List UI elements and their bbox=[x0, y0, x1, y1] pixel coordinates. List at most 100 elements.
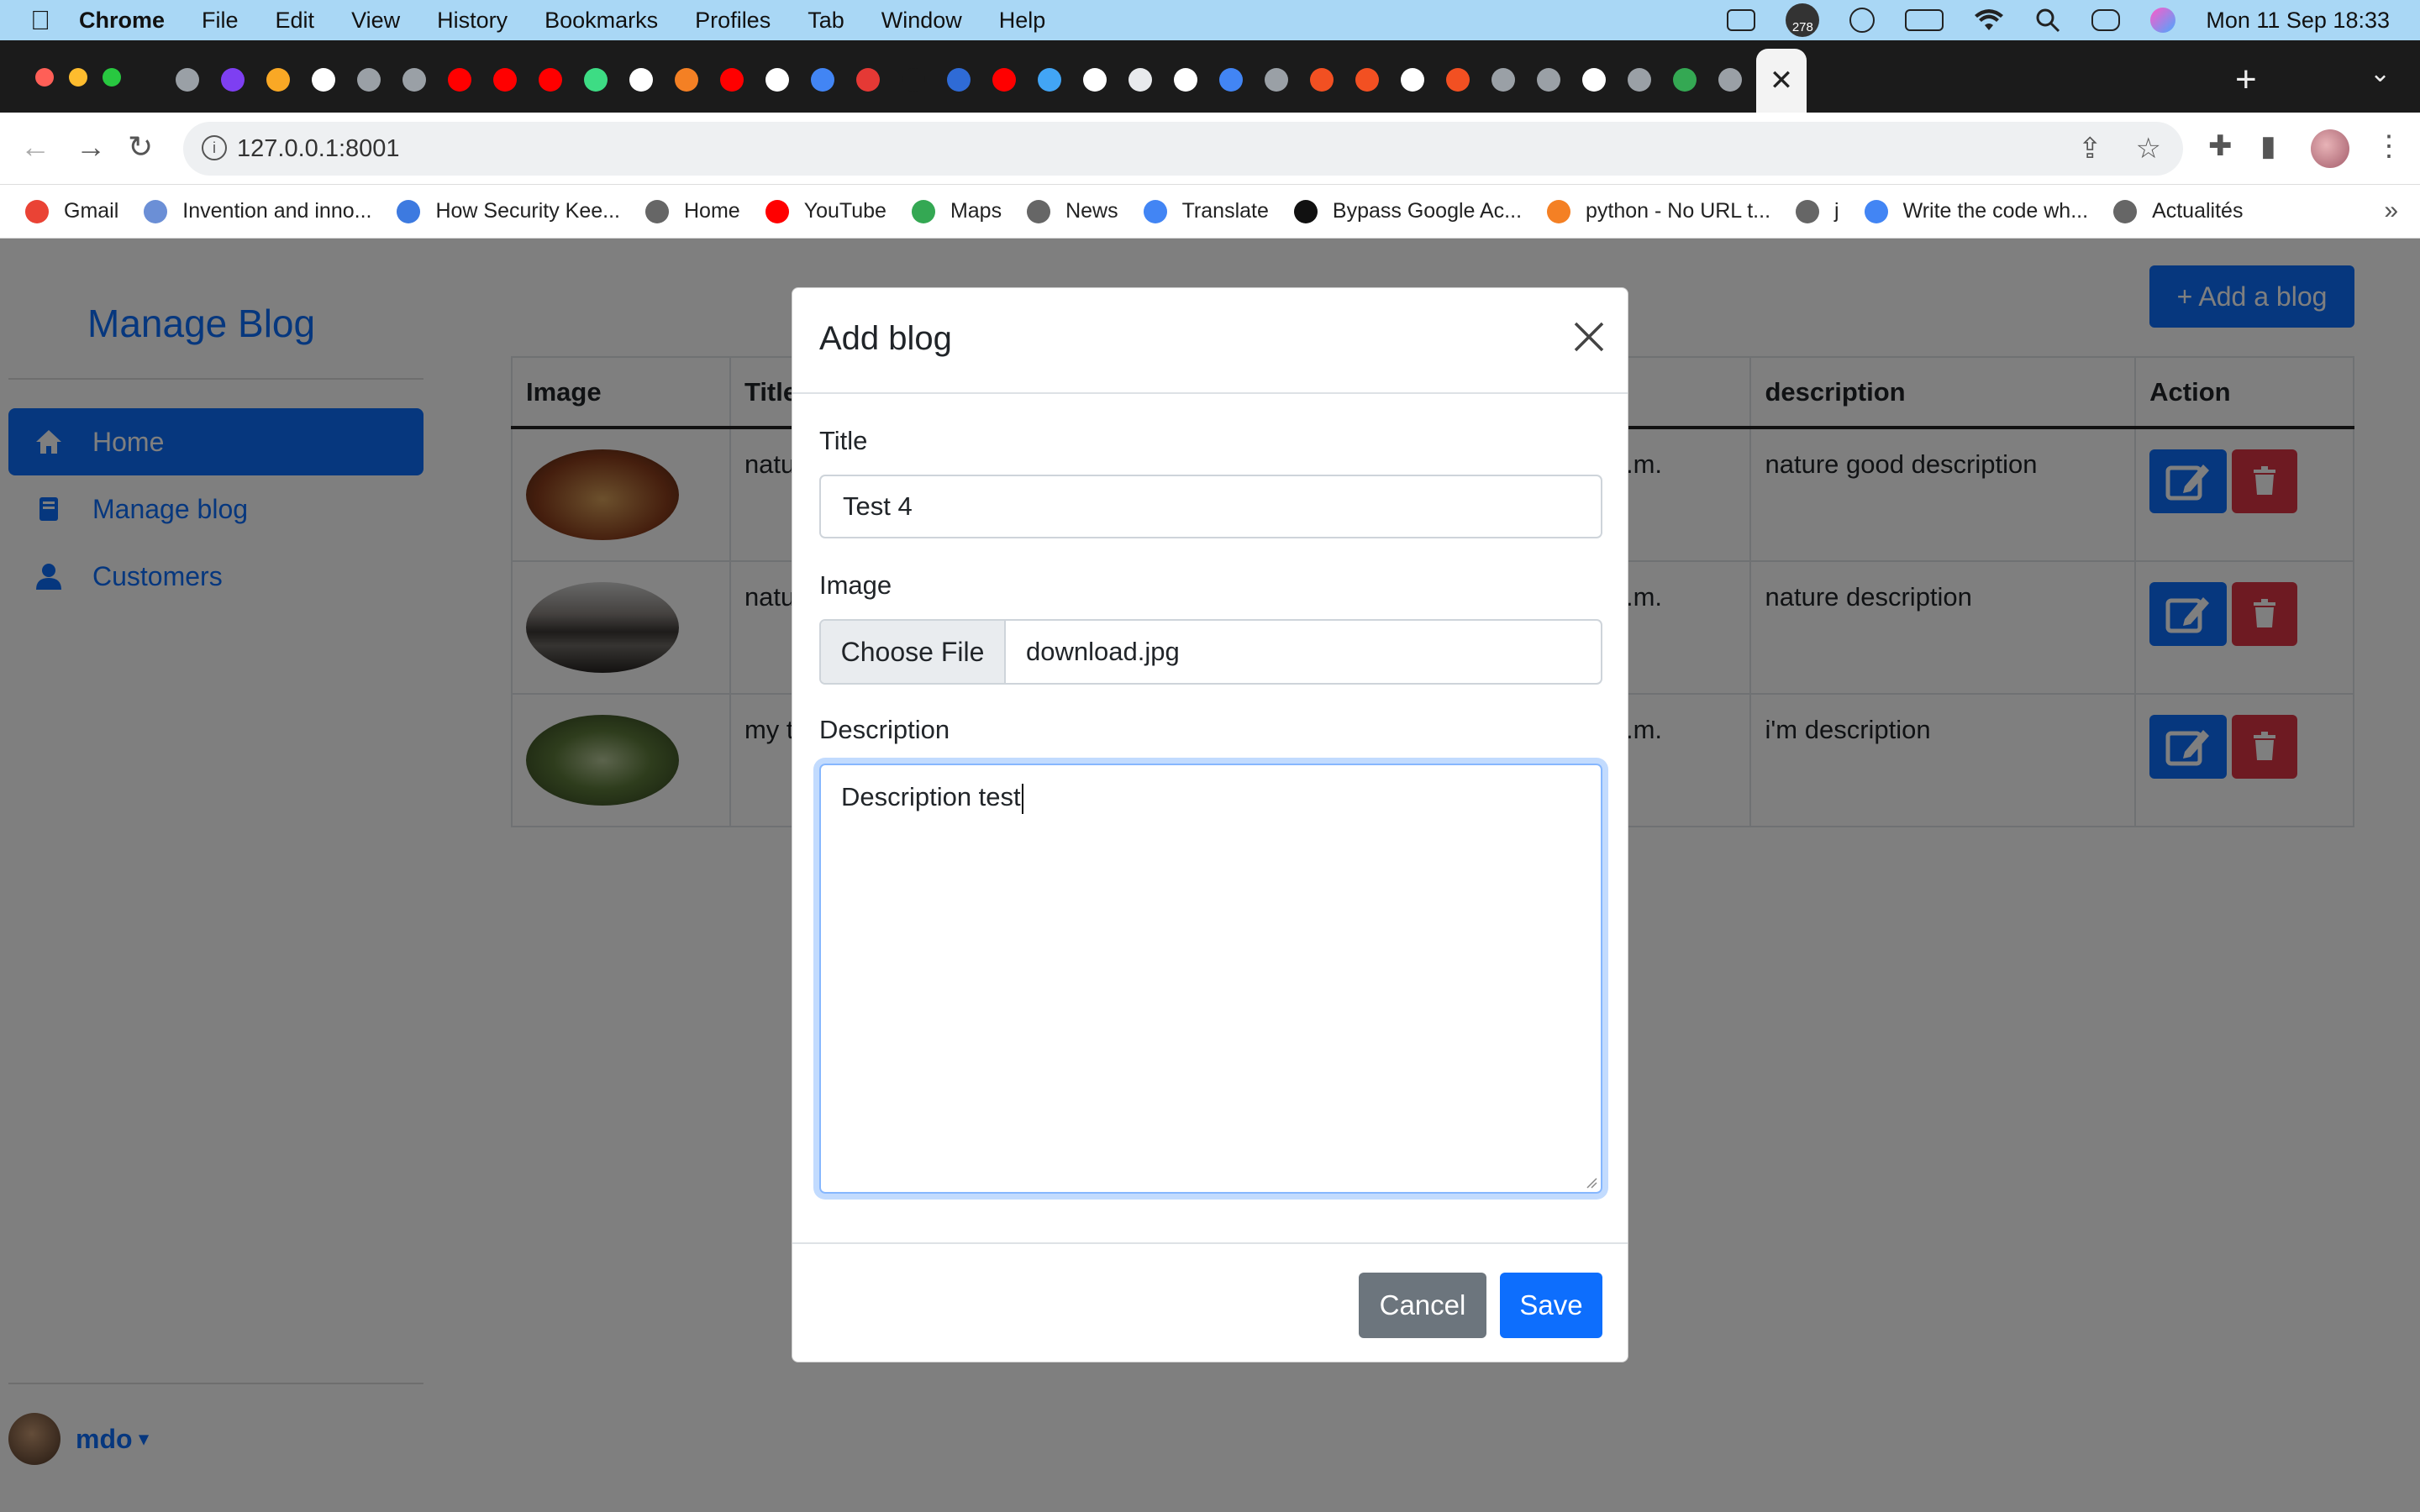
bookmark-item[interactable]: YouTube bbox=[765, 199, 886, 223]
tab-favicon-icon[interactable] bbox=[1707, 67, 1753, 92]
close-icon[interactable] bbox=[1570, 318, 1607, 355]
chrome-menu-icon[interactable]: ⋮ bbox=[2375, 129, 2403, 163]
bookmark-item[interactable]: Maps bbox=[911, 199, 1002, 223]
tab-favicon-icon[interactable] bbox=[755, 67, 800, 92]
tab-favicon-icon[interactable] bbox=[1072, 67, 1118, 92]
share-icon[interactable]: ⇪ bbox=[2078, 132, 2102, 165]
tab-favicon-icon[interactable] bbox=[1662, 67, 1707, 92]
menu-tab[interactable]: Tab bbox=[808, 8, 844, 34]
tab-favicon-icon[interactable] bbox=[1118, 67, 1163, 92]
tab-favicon-icon[interactable] bbox=[346, 67, 392, 92]
tab-favicon-icon[interactable] bbox=[845, 67, 891, 92]
bookmark-item[interactable]: Invention and inno... bbox=[144, 199, 371, 223]
tab-favicon-icon[interactable] bbox=[891, 67, 936, 92]
side-panel-icon[interactable]: ▮ bbox=[2260, 129, 2276, 163]
back-icon[interactable]: ← bbox=[20, 129, 50, 165]
tab-favicon-icon[interactable] bbox=[1299, 67, 1344, 92]
bookmark-item[interactable]: j bbox=[1796, 199, 1839, 223]
bookmark-item[interactable]: Write the code wh... bbox=[1864, 199, 2088, 223]
bookmark-item[interactable]: Actualités bbox=[2113, 199, 2243, 223]
tab-favicon-icon[interactable] bbox=[1617, 67, 1662, 92]
tab-favicon-icon[interactable] bbox=[482, 67, 528, 92]
tab-favicon-icon[interactable] bbox=[1571, 67, 1617, 92]
tab-favicon-icon[interactable] bbox=[709, 67, 755, 92]
menu-window[interactable]: Window bbox=[881, 8, 962, 34]
menu-bookmarks[interactable]: Bookmarks bbox=[544, 8, 658, 34]
control-center-icon[interactable] bbox=[2091, 9, 2121, 31]
cancel-button[interactable]: Cancel bbox=[1359, 1273, 1486, 1338]
tab-favicon-icon[interactable] bbox=[1254, 67, 1299, 92]
siri-icon[interactable] bbox=[2150, 8, 2176, 33]
play-icon[interactable] bbox=[1849, 8, 1876, 33]
screen-record-icon[interactable] bbox=[1727, 9, 1756, 31]
menu-edit[interactable]: Edit bbox=[276, 8, 315, 34]
tab-favicon-icon[interactable] bbox=[1390, 67, 1435, 92]
bookmark-item[interactable]: Gmail bbox=[25, 199, 118, 223]
site-info-icon[interactable]: i bbox=[202, 135, 227, 160]
close-window-icon[interactable] bbox=[35, 68, 54, 87]
profile-avatar[interactable] bbox=[2311, 129, 2349, 168]
menu-history[interactable]: History bbox=[437, 8, 508, 34]
wifi-icon[interactable] bbox=[1974, 8, 2004, 32]
bookmark-item[interactable]: Translate bbox=[1143, 199, 1269, 223]
tab-favicon-icon[interactable] bbox=[1163, 67, 1208, 92]
favicon-dot bbox=[1401, 68, 1424, 92]
bookmark-item[interactable]: Bypass Google Ac... bbox=[1293, 199, 1523, 223]
tab-favicon-icon[interactable] bbox=[618, 67, 664, 92]
title-input[interactable]: Test 4 bbox=[819, 475, 1602, 538]
bookmark-item[interactable]: Home bbox=[645, 199, 740, 223]
active-tab[interactable]: ✕ bbox=[1756, 49, 1807, 113]
reload-icon[interactable]: ↻ bbox=[128, 129, 153, 165]
menu-view[interactable]: View bbox=[351, 8, 400, 34]
tab-favicon-icon[interactable] bbox=[301, 67, 346, 92]
bookmark-label: Bypass Google Ac... bbox=[1332, 199, 1523, 223]
bookmark-item[interactable]: How Security Kee... bbox=[397, 199, 620, 223]
bookmark-item[interactable]: News bbox=[1027, 199, 1118, 223]
new-tab-icon[interactable]: + bbox=[2235, 59, 2257, 101]
choose-file-button[interactable]: Choose File bbox=[821, 621, 1006, 683]
tab-favicon-icon[interactable] bbox=[573, 67, 618, 92]
extensions-icon[interactable]: ✚ bbox=[2208, 129, 2233, 163]
description-text: Description test bbox=[841, 782, 1021, 811]
tab-favicon-icon[interactable] bbox=[1208, 67, 1254, 92]
bookmark-item[interactable]: python - No URL t... bbox=[1547, 199, 1770, 223]
tab-favicon-icon[interactable] bbox=[1027, 67, 1072, 92]
favicon-dot bbox=[765, 68, 789, 92]
search-icon[interactable] bbox=[2034, 7, 2061, 34]
menu-file[interactable]: File bbox=[202, 8, 239, 34]
tab-favicon-icon[interactable] bbox=[981, 67, 1027, 92]
tab-favicon-icon[interactable] bbox=[1526, 67, 1571, 92]
menu-profiles[interactable]: Profiles bbox=[695, 8, 771, 34]
tab-favicon-icon[interactable] bbox=[165, 67, 210, 92]
menu-app-name[interactable]: Chrome bbox=[79, 8, 165, 34]
minimize-window-icon[interactable] bbox=[69, 68, 87, 87]
apple-icon[interactable]:  bbox=[30, 5, 50, 36]
tab-favicon-icon[interactable] bbox=[1481, 67, 1526, 92]
tab-search-chevron-icon[interactable]: ⌄ bbox=[2370, 59, 2391, 88]
more-bookmarks-icon[interactable]: » bbox=[2384, 197, 2398, 225]
image-file-input[interactable]: Choose File download.jpg bbox=[819, 619, 1602, 685]
tab-favicon-icon[interactable] bbox=[664, 67, 709, 92]
tab-favicon-icon[interactable] bbox=[210, 67, 255, 92]
tab-favicon-icon[interactable] bbox=[392, 67, 437, 92]
tab-favicon-icon[interactable] bbox=[936, 67, 981, 92]
description-textarea[interactable]: Description test bbox=[819, 764, 1602, 1194]
bookmark-favicon-icon bbox=[1864, 199, 1888, 223]
tab-favicon-icon[interactable] bbox=[1435, 67, 1481, 92]
save-button[interactable]: Save bbox=[1500, 1273, 1602, 1338]
tab-favicon-icon[interactable] bbox=[1344, 67, 1390, 92]
address-bar[interactable]: i 127.0.0.1:8001 ⇪ ☆ bbox=[183, 122, 2183, 176]
notification-badge[interactable]: 278 bbox=[1786, 3, 1820, 37]
zoom-window-icon[interactable] bbox=[103, 68, 121, 87]
close-tab-icon[interactable]: ✕ bbox=[1770, 64, 1794, 97]
menu-help[interactable]: Help bbox=[999, 8, 1046, 34]
tab-favicon-icon[interactable] bbox=[437, 67, 482, 92]
tab-favicon-icon[interactable] bbox=[528, 67, 573, 92]
tab-favicon-icon[interactable] bbox=[255, 67, 301, 92]
forward-icon[interactable]: → bbox=[76, 129, 106, 165]
resize-handle-icon[interactable] bbox=[1586, 1177, 1597, 1189]
battery-icon[interactable] bbox=[1905, 9, 1944, 31]
bookmark-star-icon[interactable]: ☆ bbox=[2136, 132, 2161, 165]
tab-favicon-icon[interactable] bbox=[800, 67, 845, 92]
menubar-clock[interactable]: Mon 11 Sep 18:33 bbox=[2206, 8, 2390, 34]
